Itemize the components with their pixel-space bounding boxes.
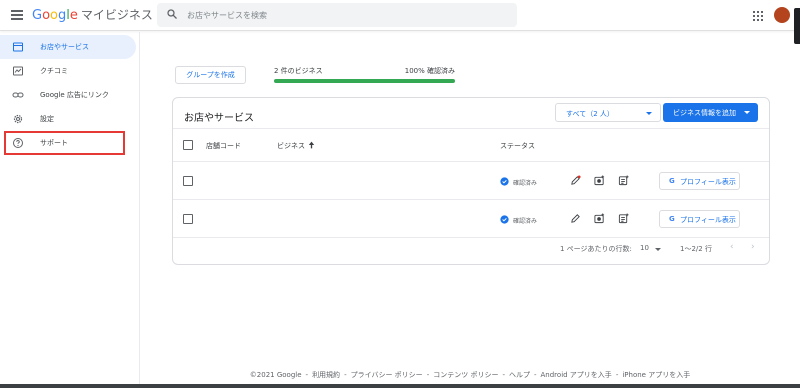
column-header-store-code[interactable]: 店舗コード [206, 141, 241, 151]
logo-letter: e [69, 8, 78, 23]
product-name: マイビジネス [80, 8, 153, 22]
search-icon [167, 9, 177, 19]
footer-separator: - [533, 371, 537, 379]
verified-check-icon [500, 215, 509, 224]
footer-link-privacy[interactable]: プライバシー ポリシー [351, 371, 423, 379]
gear-icon [13, 114, 23, 124]
table-header: 店舗コード ビジネス ステータス [173, 128, 769, 161]
filter-dropdown[interactable]: すべて（2 人） [555, 103, 661, 122]
verified-percent: 100% 確認済み [404, 67, 455, 75]
progress-fill [274, 79, 455, 83]
product-logo[interactable]: Google マイビジネス [32, 7, 153, 24]
link-icon [12, 92, 24, 98]
business-count: 2 件のビジネス [274, 67, 323, 75]
sidebar-item-label: お店やサービス [40, 43, 89, 51]
footer-link-android-app[interactable]: Android アプリを入手 [541, 371, 612, 379]
sidebar-item-google-ads-link[interactable]: Google 広告にリンク [0, 83, 136, 107]
row-checkbox[interactable] [183, 176, 193, 186]
rows-per-page-select[interactable]: 10 [640, 244, 649, 252]
add-business-label: ビジネス情報を追加 [673, 109, 736, 117]
sidebar-item-settings[interactable]: 設定 [0, 107, 136, 131]
window-edge [794, 8, 800, 44]
apps-grid-icon[interactable] [753, 11, 763, 21]
add-photo-icon[interactable] [594, 175, 605, 186]
google-g-icon: G [669, 215, 675, 223]
card-title: お店やサービス [184, 113, 254, 124]
column-header-business[interactable]: ビジネス [277, 141, 305, 151]
table-row[interactable]: 確認済み G プロフィール表示 [173, 199, 769, 237]
view-profile-button[interactable]: G プロフィール表示 [659, 172, 740, 190]
sidebar-item-locations[interactable]: お店やサービス [0, 35, 136, 59]
select-all-checkbox[interactable] [183, 140, 193, 150]
filter-value: すべて（2 人） [566, 110, 614, 118]
support-highlight-box [4, 131, 125, 155]
window-bottom-edge [0, 384, 800, 388]
chevron-down-icon [646, 112, 652, 115]
prev-page-icon[interactable]: ‹ [730, 242, 734, 252]
view-profile-label: プロフィール表示 [680, 216, 736, 224]
footer-link-content-policy[interactable]: コンテンツ ポリシー [433, 371, 498, 379]
create-group-button[interactable]: グループを作成 [175, 66, 246, 84]
verified-check-icon [500, 177, 509, 186]
status-text: 確認済み [513, 218, 538, 225]
search-bar[interactable] [157, 3, 517, 27]
footer-link-iphone-app[interactable]: iPhone アプリを入手 [622, 371, 690, 379]
footer-link-terms[interactable]: 利用規約 [312, 371, 340, 379]
page-footer: ©2021 Google - 利用規約 - プライバシー ポリシー - コンテンツ ポリシー… [0, 370, 800, 380]
footer-separator: - [615, 371, 619, 379]
storefront-icon [13, 42, 23, 52]
top-app-bar: Google マイビジネス [0, 0, 800, 31]
edit-pencil-icon[interactable] [570, 175, 581, 186]
sidebar-item-reviews[interactable]: クチコミ [0, 59, 136, 83]
sidebar-item-label: 設定 [40, 115, 54, 123]
logo-letter: G [32, 8, 43, 23]
view-profile-button[interactable]: G プロフィール表示 [659, 210, 740, 228]
status-text: 確認済み [513, 180, 538, 187]
search-input[interactable] [187, 7, 507, 23]
reviews-icon [13, 66, 23, 76]
chevron-down-icon [744, 111, 750, 114]
add-photo-icon[interactable] [594, 213, 605, 224]
sidebar-item-label: クチコミ [40, 67, 68, 75]
logo-letter: o [42, 8, 51, 23]
chevron-down-icon[interactable] [655, 248, 661, 251]
footer-separator: - [305, 371, 309, 379]
progress-track [274, 79, 455, 83]
footer-separator: - [426, 371, 430, 379]
edit-pencil-icon[interactable] [570, 213, 581, 224]
footer-separator: - [502, 371, 505, 379]
add-post-icon[interactable] [618, 213, 629, 224]
sidebar-nav: お店やサービス クチコミ Google 広告にリンク 設定 サポート [0, 32, 140, 388]
hamburger-menu-icon[interactable] [11, 10, 23, 20]
column-header-status: ステータス [500, 142, 535, 150]
view-profile-label: プロフィール表示 [680, 178, 736, 186]
row-checkbox[interactable] [183, 214, 193, 224]
add-business-button[interactable]: ビジネス情報を追加 [663, 103, 758, 122]
sidebar-item-label: Google 広告にリンク [40, 91, 109, 99]
google-g-icon: G [669, 177, 675, 185]
page-range: 1〜2/2 行 [680, 245, 712, 253]
table-row[interactable]: 確認済み G プロフィール表示 [173, 161, 769, 199]
next-page-icon[interactable]: › [751, 242, 755, 252]
footer-copyright: ©2021 Google [249, 371, 302, 379]
verification-progress: 2 件のビジネス 100% 確認済み [274, 66, 455, 86]
add-post-icon[interactable] [618, 175, 629, 186]
rows-per-page-label: 1 ページあたりの行数: [560, 245, 632, 253]
account-avatar[interactable] [774, 7, 790, 23]
sort-arrow-up-icon[interactable] [308, 141, 315, 149]
footer-separator: - [344, 371, 347, 379]
locations-card: お店やサービス すべて（2 人） ビジネス情報を追加 店舗コード ビジネス ステ… [172, 97, 770, 265]
footer-link-help[interactable]: ヘルプ [509, 371, 530, 379]
logo-letter: o [50, 8, 59, 23]
